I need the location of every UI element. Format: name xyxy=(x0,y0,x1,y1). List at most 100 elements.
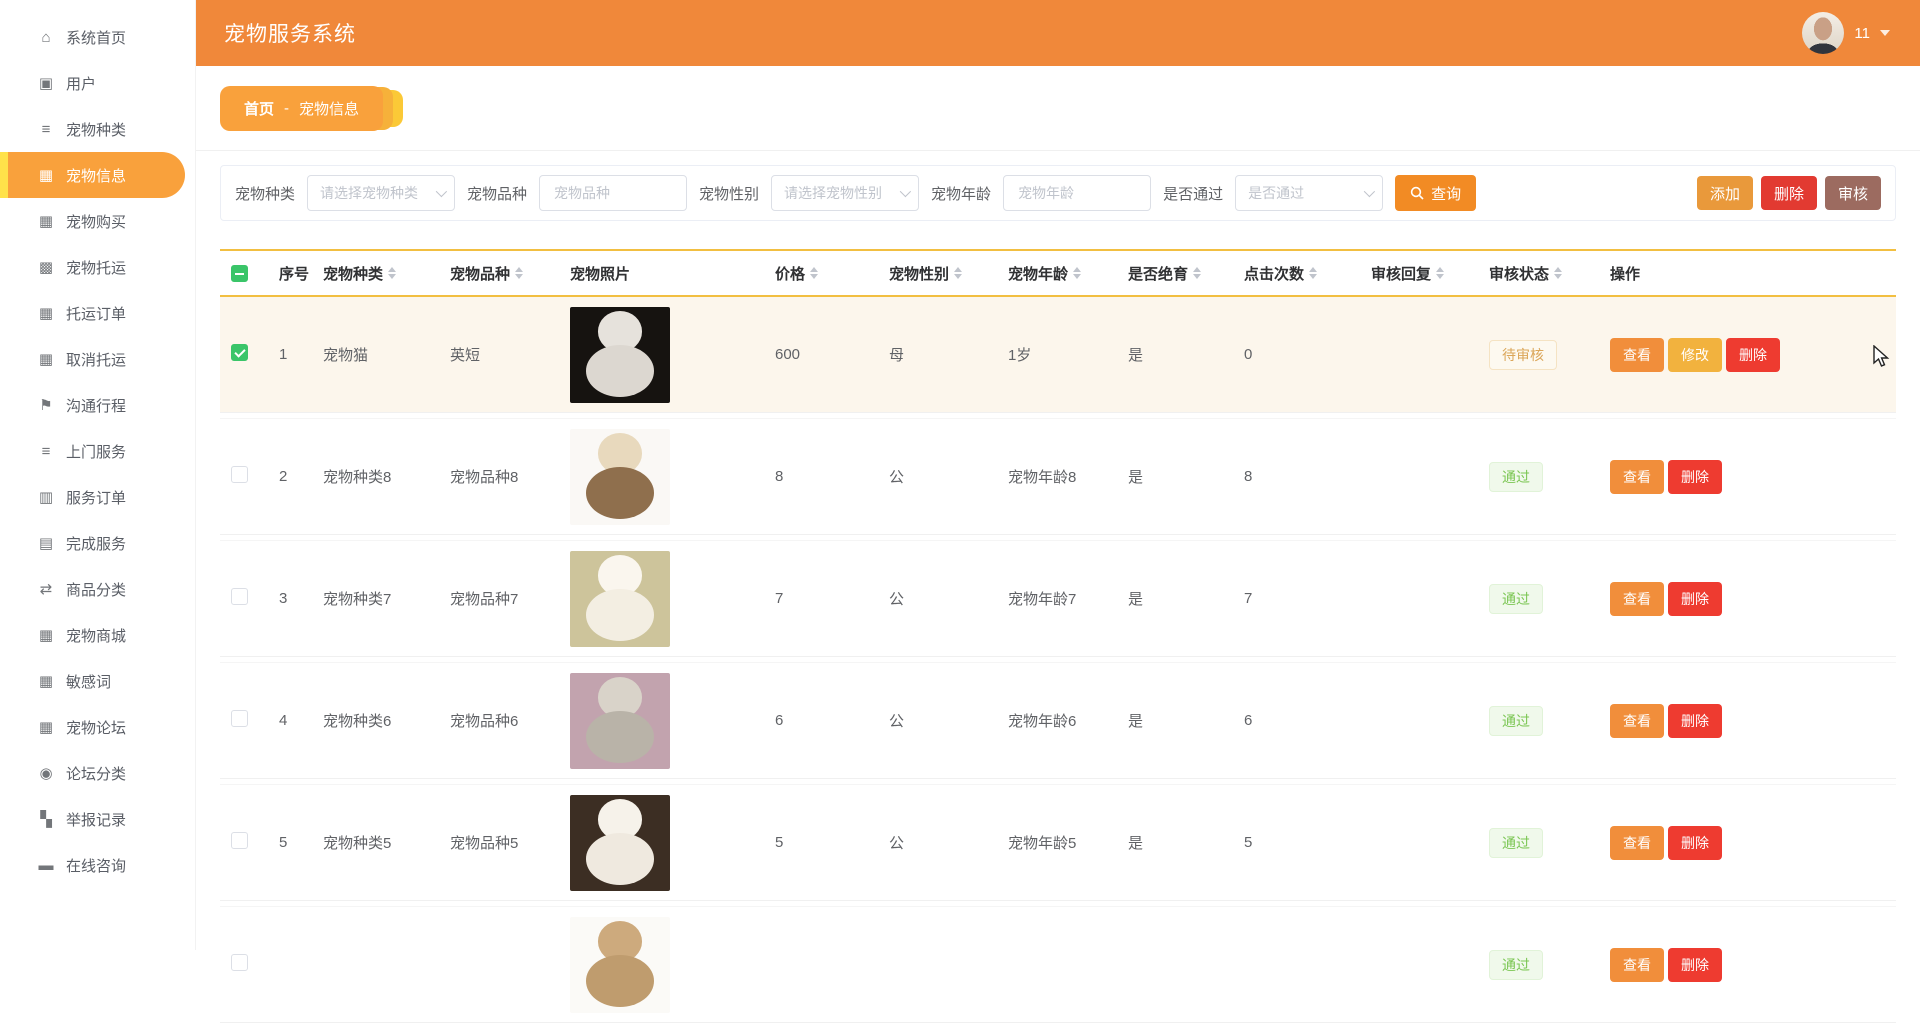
row-delete-button[interactable]: 删除 xyxy=(1668,459,1722,494)
sidebar-item-label: 宠物种类 xyxy=(66,121,127,139)
sidebar-item-completed-service[interactable]: ▤ 完成服务 xyxy=(0,520,195,566)
sidebar-item-pet-info[interactable]: ▦ 宠物信息 xyxy=(0,152,185,198)
filter-select[interactable]: 请选择宠物性别 xyxy=(771,175,920,211)
sidebar-item-online-consult[interactable]: ▬ 在线咨询 xyxy=(0,842,195,888)
sidebar-item-label: 完成服务 xyxy=(66,535,127,553)
review-button[interactable]: 审核 xyxy=(1824,176,1881,210)
del-button[interactable]: 删除 xyxy=(1760,176,1817,210)
sidebar-item-pet-purchase[interactable]: ▦ 宠物购买 xyxy=(0,198,195,244)
sidebar-item-label: 商品分类 xyxy=(66,581,127,599)
home-icon: ⌂ xyxy=(41,28,51,46)
sidebar-item-report-records[interactable]: ▚ 举报记录 xyxy=(0,796,195,842)
table-row: 2 宠物种类8 宠物品种8 8 公 宠物年龄8 是 8 通过 查看 删除 xyxy=(220,418,1896,535)
sidebar-item-label: 论坛分类 xyxy=(66,765,127,783)
sidebar-item-trip-communication[interactable]: ⚑ 沟通行程 xyxy=(0,382,195,428)
row-checkbox[interactable] xyxy=(231,832,248,849)
row-view-button[interactable]: 查看 xyxy=(1610,703,1664,738)
sort-icon[interactable] xyxy=(1193,267,1202,279)
sidebar-item-pet-forum[interactable]: ▦ 宠物论坛 xyxy=(0,704,195,750)
sidebar-item-door-service[interactable]: ≡ 上门服务 xyxy=(0,428,195,474)
chevron-down-icon xyxy=(899,185,912,198)
filter-select[interactable]: 是否通过 xyxy=(1235,175,1384,211)
sort-icon[interactable] xyxy=(1554,267,1563,279)
sidebar-item-pet-type[interactable]: ≡ 宠物种类 xyxy=(0,106,195,152)
sidebar-item-cancel-transport[interactable]: ▦ 取消托运 xyxy=(0,336,195,382)
row-view-button[interactable]: 查看 xyxy=(1610,459,1664,494)
filter-input-wrap xyxy=(1003,175,1152,211)
row-delete-button[interactable]: 删除 xyxy=(1726,337,1780,372)
sidebar-item-label: 宠物论坛 xyxy=(66,719,127,737)
status-badge: 通过 xyxy=(1489,705,1543,736)
filter-select[interactable]: 请选择宠物种类 xyxy=(307,175,456,211)
sort-icon[interactable] xyxy=(1309,267,1318,279)
sidebar-item-service-orders[interactable]: ▥ 服务订单 xyxy=(0,474,195,520)
chevron-down-icon xyxy=(1880,30,1890,36)
row-view-button[interactable]: 查看 xyxy=(1610,337,1664,372)
row-delete-button[interactable]: 删除 xyxy=(1668,947,1722,982)
row-checkbox[interactable] xyxy=(231,588,248,605)
cell-price: 7 xyxy=(775,590,784,607)
chart-icon: ▥ xyxy=(38,489,54,506)
sidebar: ⌂ 系统首页 ▣ 用户 ≡ 宠物种类 ▦ 宠物信息 ▦ 宠物购买 ▩ 宠物托运 … xyxy=(0,0,196,950)
sort-icon[interactable] xyxy=(388,267,397,279)
sort-icon[interactable] xyxy=(1436,267,1445,279)
sidebar-item-users[interactable]: ▣ 用户 xyxy=(0,60,195,106)
row-delete-button[interactable]: 删除 xyxy=(1668,825,1722,860)
grid-icon: ▦ xyxy=(38,627,54,644)
sidebar-item-label: 在线咨询 xyxy=(66,857,127,875)
search-button[interactable]: 查询 xyxy=(1395,175,1477,211)
app-window: ⌂ 系统首页 ▣ 用户 ≡ 宠物种类 ▦ 宠物信息 ▦ 宠物购买 ▩ 宠物托运 … xyxy=(0,0,1920,1023)
table-header-checkbox-cell xyxy=(220,264,264,282)
row-checkbox[interactable] xyxy=(231,466,248,483)
row-view-button[interactable]: 查看 xyxy=(1610,581,1664,616)
breadcrumb-home[interactable]: 首页 xyxy=(244,98,274,119)
cell-index: 5 xyxy=(279,834,288,851)
row-actions: 查看 删除 xyxy=(1610,581,1896,616)
cell-clicks: 8 xyxy=(1244,468,1253,485)
sidebar-item-pet-mall[interactable]: ▦ 宠物商城 xyxy=(0,612,195,658)
sort-icon[interactable] xyxy=(1073,267,1082,279)
status-badge: 通过 xyxy=(1489,949,1543,980)
sidebar-item-pet-transport[interactable]: ▩ 宠物托运 xyxy=(0,244,195,290)
select-all-checkbox[interactable] xyxy=(231,264,248,282)
filter-label: 是否通过 xyxy=(1163,185,1224,203)
sort-icon[interactable] xyxy=(515,267,524,279)
row-delete-button[interactable]: 删除 xyxy=(1668,703,1722,738)
filter-input-wrap xyxy=(539,175,688,211)
sidebar-item-transport-orders[interactable]: ▦ 托运订单 xyxy=(0,290,195,336)
cell-gender: 公 xyxy=(889,469,905,486)
cell-pet-type: 宠物种类8 xyxy=(323,469,392,486)
grid-icon: ▦ xyxy=(38,673,54,690)
sidebar-item-forum-category[interactable]: ◉ 论坛分类 xyxy=(0,750,195,796)
pet-table: 序号 宠物种类 宠物品种 宠物照片 价格 宠物性别 宠物年龄 是否绝育 点击次数… xyxy=(220,249,1896,1023)
briefcase-icon: ▬ xyxy=(38,856,54,874)
sidebar-item-sensitive-words[interactable]: ▦ 敏感词 xyxy=(0,658,195,704)
user-menu[interactable]: 11 xyxy=(1802,12,1890,54)
avatar[interactable] xyxy=(1802,12,1845,54)
main-area: 宠物服务系统 11 首页 - 宠物信息 宠物种类 请选择宠物种类 宠物品种 宠物… xyxy=(196,0,1920,1023)
status-badge: 通过 xyxy=(1489,827,1543,858)
sidebar-item-home[interactable]: ⌂ 系统首页 xyxy=(0,14,195,60)
filter-input[interactable] xyxy=(552,184,675,202)
table-column-header: 价格 xyxy=(760,263,874,284)
table-column-header: 宠物年龄 xyxy=(993,263,1113,284)
cell-price: 600 xyxy=(775,346,801,363)
add-button[interactable]: 添加 xyxy=(1696,176,1753,210)
sidebar-item-label: 上门服务 xyxy=(66,443,127,461)
row-checkbox[interactable] xyxy=(231,344,248,361)
row-edit-button[interactable]: 修改 xyxy=(1668,337,1722,372)
sidebar-item-goods-category[interactable]: ⇄ 商品分类 xyxy=(0,566,195,612)
sort-icon[interactable] xyxy=(954,267,963,279)
row-checkbox[interactable] xyxy=(231,710,248,727)
row-checkbox[interactable] xyxy=(231,954,248,971)
row-view-button[interactable]: 查看 xyxy=(1610,947,1664,982)
filter-input[interactable] xyxy=(1016,184,1139,202)
table-column-header: 宠物品种 xyxy=(435,263,555,284)
sidebar-item-label: 系统首页 xyxy=(66,29,127,47)
row-view-button[interactable]: 查看 xyxy=(1610,825,1664,860)
row-delete-button[interactable]: 删除 xyxy=(1668,581,1722,616)
sort-icon[interactable] xyxy=(810,267,819,279)
sidebar-item-label: 宠物购买 xyxy=(66,213,127,231)
table-column-header: 宠物性别 xyxy=(874,263,993,284)
cell-neutered: 是 xyxy=(1128,713,1144,730)
